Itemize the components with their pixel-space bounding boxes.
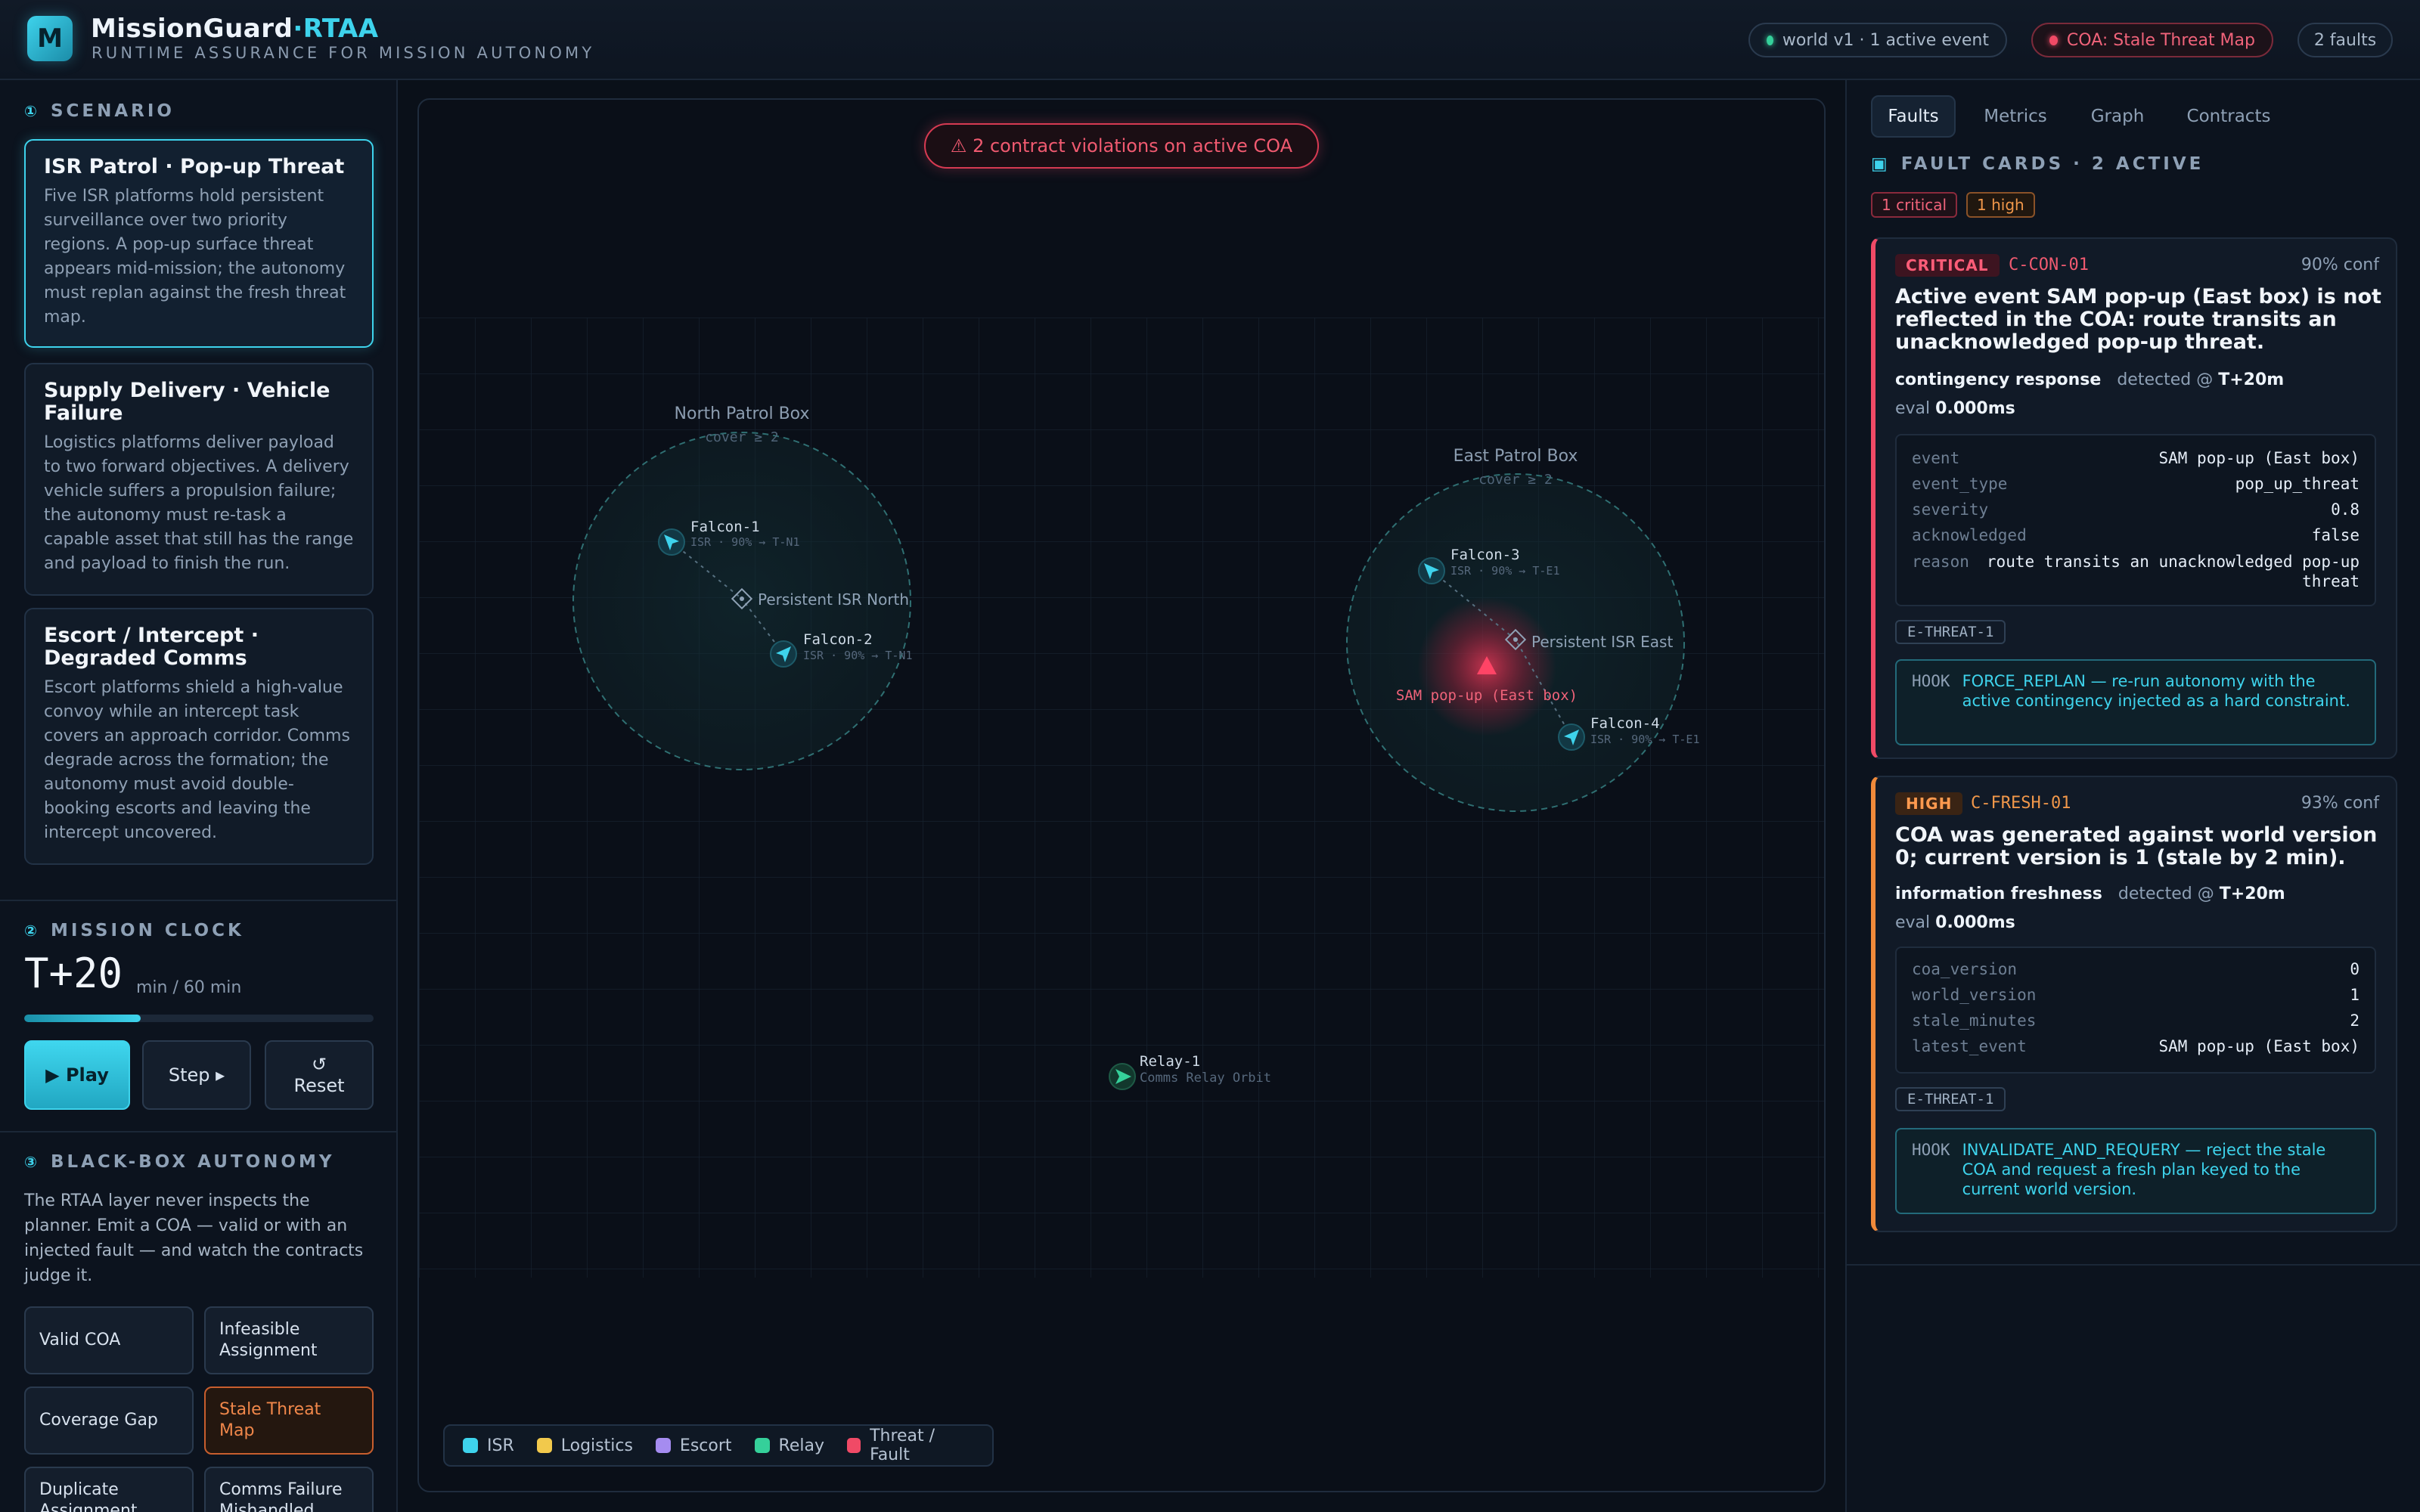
- svg-text:Falcon-2: Falcon-2: [803, 631, 873, 648]
- severity-badge: CRITICAL: [1895, 254, 2000, 277]
- east-zone-label: East Patrol Box: [1454, 447, 1578, 466]
- event-tag[interactable]: E-THREAT-1: [1895, 620, 2006, 644]
- legend-escort: Escort: [655, 1436, 732, 1455]
- legend-swatch: [655, 1438, 671, 1453]
- svg-text:Falcon-4: Falcon-4: [1590, 715, 1660, 732]
- svg-text:Relay-1: Relay-1: [1140, 1053, 1200, 1070]
- tab-graph[interactable]: Graph: [2075, 95, 2160, 138]
- contract-id: C-CON-01: [2009, 256, 2089, 274]
- right-panel: Faults Metrics Graph Contracts ▣ FAULT CA…: [1845, 80, 2420, 1512]
- fault-evidence-table: event SAM pop-up (East box) event_type pop…: [1895, 434, 2376, 606]
- objective-marker-east[interactable]: Persistent ISR East: [1504, 628, 1673, 651]
- fault-category-line: information freshness detected @ T+20m: [1895, 885, 2285, 903]
- fault-evidence-table: coa_version 0 world_version 1 stale_minute…: [1895, 947, 2376, 1074]
- eval-time: eval 0.000ms: [1895, 913, 2015, 932]
- legend-isr: ISR: [463, 1436, 514, 1455]
- objective-label: Persistent ISR East: [1531, 633, 1673, 651]
- evidence-row: coa_version 0: [1912, 960, 2360, 978]
- eval-time: eval 0.000ms: [1895, 399, 2015, 418]
- fault-category-line: contingency response detected @ T+20m: [1895, 370, 2285, 389]
- legend-swatch: [846, 1438, 861, 1453]
- evidence-row: acknowledged false: [1912, 526, 2360, 544]
- fault-headline: COA was generated against world version …: [1895, 823, 2378, 869]
- evidence-row: latest_event SAM pop-up (East box): [1912, 1037, 2360, 1055]
- legend-swatch: [463, 1438, 478, 1453]
- remediation-hook[interactable]: HOOK FORCE_REPLAN — re-run autonomy with …: [1895, 659, 2376, 745]
- svg-text:ISR · 90% → T-E1: ISR · 90% → T-E1: [1590, 733, 1700, 746]
- tab-faults[interactable]: Faults: [1871, 95, 1956, 138]
- contract-violation-banner[interactable]: ⚠ 2 contract violations on active COA: [924, 123, 1319, 169]
- threat-label: SAM pop-up (East box): [1396, 687, 1578, 704]
- evidence-row: event_type pop_up_threat: [1912, 475, 2360, 493]
- remediation-hook[interactable]: HOOK INVALIDATE_AND_REQUERY — reject the …: [1895, 1128, 2376, 1214]
- high-count-chip[interactable]: 1 high: [1966, 192, 2035, 218]
- severity-badge: HIGH: [1895, 792, 1963, 815]
- evidence-row: reason route transits an unacknowledged p…: [1912, 553, 2360, 590]
- fault-cards-icon: ▣: [1871, 154, 1891, 174]
- legend-swatch: [754, 1438, 770, 1453]
- panel-divider: [1847, 1264, 2420, 1266]
- critical-count-chip[interactable]: 1 critical: [1871, 192, 1958, 218]
- legend-swatch: [536, 1438, 552, 1453]
- legend-threat: Threat / Fault: [846, 1427, 970, 1464]
- legend-logistics: Logistics: [536, 1436, 633, 1455]
- svg-text:ISR · 90% → T-N1: ISR · 90% → T-N1: [690, 535, 800, 549]
- evidence-row: severity 0.8: [1912, 500, 2360, 519]
- map-grid: [419, 318, 1824, 1278]
- svg-text:ISR · 90% → T-N1: ISR · 90% → T-N1: [803, 649, 913, 662]
- svg-text:Comms Relay Orbit: Comms Relay Orbit: [1140, 1070, 1271, 1086]
- objective-label: Persistent ISR North: [758, 590, 909, 609]
- svg-text:ISR · 90% → T-E1: ISR · 90% → T-E1: [1450, 564, 1560, 578]
- evidence-row: event SAM pop-up (East box): [1912, 449, 2360, 467]
- fault-card-critical[interactable]: CRITICAL C-CON-01 90% conf Active event …: [1871, 237, 2397, 759]
- confidence: 93% conf: [2301, 794, 2379, 813]
- tab-contracts[interactable]: Contracts: [2172, 95, 2285, 138]
- fault-cards-title: ▣ FAULT CARDS · 2 ACTIVE: [1871, 154, 2204, 174]
- east-zone-cover: cover ≥ 2: [1478, 472, 1553, 488]
- evidence-row: stale_minutes 2: [1912, 1012, 2360, 1030]
- svg-text:Falcon-1: Falcon-1: [690, 519, 760, 535]
- north-zone-label: North Patrol Box: [675, 404, 810, 423]
- svg-text:Falcon-3: Falcon-3: [1450, 547, 1520, 563]
- legend-relay: Relay: [754, 1436, 824, 1455]
- confidence: 90% conf: [2301, 256, 2379, 274]
- tab-metrics[interactable]: Metrics: [1968, 95, 2063, 138]
- north-zone-cover: cover ≥ 2: [705, 429, 779, 445]
- map-legend: ISR Logistics Escort Relay Threat / Faul…: [443, 1424, 994, 1467]
- fault-card-high[interactable]: HIGH C-FRESH-01 93% conf COA was generat…: [1871, 776, 2397, 1232]
- contract-id: C-FRESH-01: [1971, 794, 2071, 813]
- event-tag[interactable]: E-THREAT-1: [1895, 1087, 2006, 1111]
- objective-marker-north[interactable]: Persistent ISR North: [731, 587, 909, 610]
- fault-headline: Active event SAM pop-up (East box) is no…: [1895, 285, 2381, 354]
- evidence-row: world_version 1: [1912, 986, 2360, 1004]
